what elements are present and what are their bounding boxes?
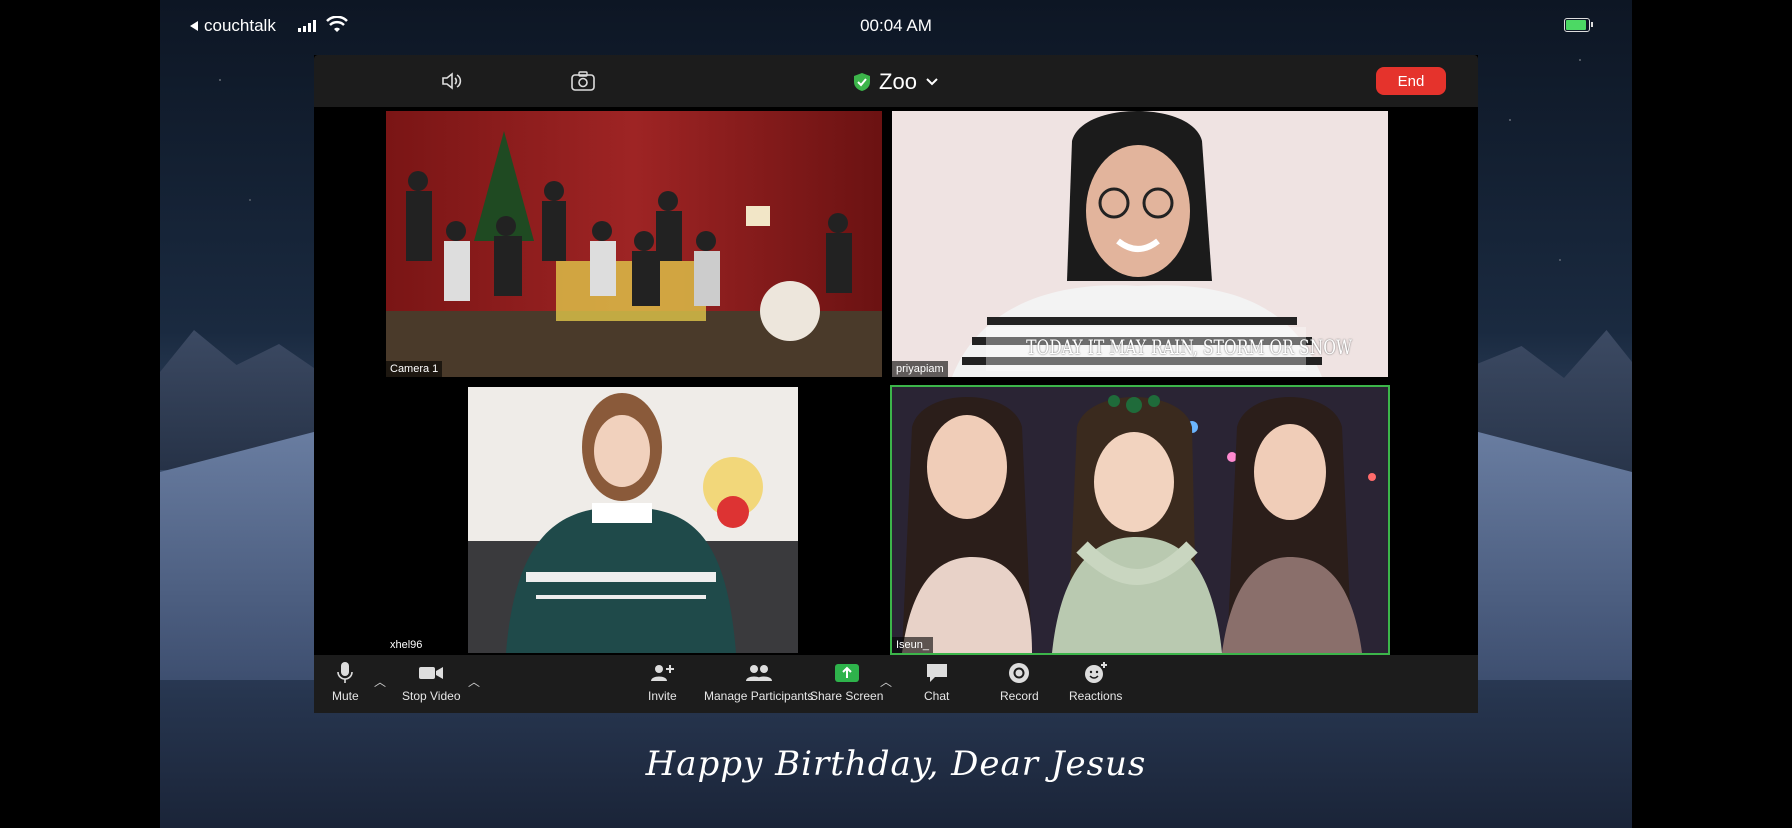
video-tile-xhel96[interactable]: xhel96 [386, 387, 882, 653]
participant-name: Iseun_ [892, 637, 934, 653]
meeting-toolbar: Mute ︿ Stop Video ︿ Invite Manage Partic… [314, 655, 1478, 713]
share-screen-label: Share Screen [810, 689, 884, 703]
participants-icon [745, 665, 772, 681]
meeting-header: Zoo End [314, 55, 1478, 107]
mic-icon [337, 662, 354, 683]
video-caption: Happy Birthday, Dear Jesus [645, 744, 1147, 784]
share-arrow-icon [834, 664, 859, 682]
zoom-meeting-window: Zoo End Camera 1 TODAY IT MAY RAIN, STOR… [314, 55, 1478, 713]
record-button[interactable]: Record [1000, 661, 1039, 703]
stop-video-label: Stop Video [402, 689, 461, 703]
status-bar: couchtalk 00:04 AM [160, 14, 1632, 38]
end-meeting-button[interactable]: End [1376, 67, 1446, 95]
mute-button[interactable]: Mute [332, 661, 359, 703]
manage-participants-button[interactable]: Manage Participants [704, 661, 813, 703]
video-tile-camera-1[interactable]: Camera 1 [386, 111, 882, 377]
share-options-chevron-icon[interactable]: ︿ [880, 673, 892, 690]
mute-label: Mute [332, 689, 359, 703]
device-screen: couchtalk 00:04 AM Zoo End Camera 1 TODA… [160, 0, 1632, 828]
share-screen-button[interactable]: Share Screen [810, 661, 883, 703]
chevron-down-icon [926, 78, 938, 86]
reactions-button[interactable]: Reactions [1069, 661, 1122, 703]
reactions-label: Reactions [1069, 689, 1123, 703]
invite-button[interactable]: Invite [648, 661, 677, 703]
video-icon [419, 667, 444, 679]
meeting-title: Zoo [879, 69, 917, 94]
manage-participants-label: Manage Participants [704, 689, 814, 703]
chat-label: Chat [924, 689, 950, 703]
record-label: Record [1000, 689, 1039, 703]
band-video-frame [386, 111, 882, 377]
video-tile-iseun[interactable]: Iseun_ [890, 385, 1390, 655]
video-options-chevron-icon[interactable]: ︿ [468, 673, 480, 690]
chat-button[interactable]: Chat [924, 661, 949, 703]
lyrics-overlay: TODAY IT MAY RAIN, STORM OR SNOW [1026, 335, 1353, 359]
add-person-icon [651, 665, 675, 681]
shield-icon [854, 73, 871, 91]
record-icon [1009, 663, 1030, 683]
participant-name: priyapiam [892, 361, 948, 377]
clock: 00:04 AM [860, 16, 932, 35]
video-tile-priyapiam[interactable]: TODAY IT MAY RAIN, STORM OR SNOW priyapi… [892, 111, 1388, 377]
stop-video-button[interactable]: Stop Video [402, 661, 461, 703]
chat-bubble-icon [926, 664, 947, 682]
participant-name: Camera 1 [386, 361, 443, 377]
audio-options-chevron-icon[interactable]: ︿ [374, 673, 386, 690]
meeting-title-dropdown[interactable]: Zoo [314, 69, 1478, 95]
smiley-plus-icon [1084, 662, 1107, 683]
participant-video-frame [468, 387, 798, 653]
participant-video-frame [892, 387, 1388, 653]
participant-name: xhel96 [386, 637, 427, 653]
invite-label: Invite [648, 689, 677, 703]
battery-icon [1564, 18, 1593, 32]
